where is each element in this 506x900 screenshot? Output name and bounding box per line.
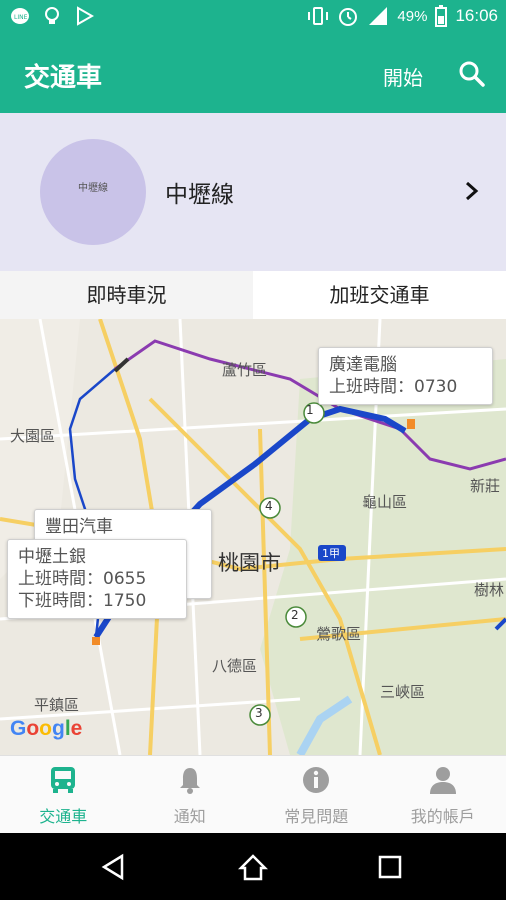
place-sanxia: 三峽區 xyxy=(380,683,426,701)
battery-percent: 49% xyxy=(397,7,428,25)
route-name: 中壢線 xyxy=(165,182,234,208)
road-label-1: 1 xyxy=(306,403,314,417)
page-title: 交通車 xyxy=(24,63,103,93)
recents-icon[interactable] xyxy=(376,853,404,881)
nav-faq[interactable]: 常見問題 xyxy=(253,756,380,833)
nav-label: 交通車 xyxy=(39,807,88,826)
lightbulb-icon xyxy=(42,6,62,26)
home-icon[interactable] xyxy=(238,853,268,881)
callout-name: 廣達電腦 xyxy=(329,355,397,375)
map-view[interactable]: 1 4 1甲 2 3 蘆竹區 大園區 龜山區 新莊 桃園市 鶯歌區 樹林 八德區… xyxy=(0,319,506,755)
line-app-icon: LINE xyxy=(10,6,30,26)
nav-label: 我的帳戶 xyxy=(410,807,475,826)
avatar-text: 中壢線 xyxy=(78,183,108,194)
back-icon[interactable] xyxy=(100,853,128,881)
svg-text:LINE: LINE xyxy=(14,14,28,21)
clock: 16:06 xyxy=(455,6,498,25)
callout-name: 中壢土銀 xyxy=(18,547,86,567)
person-icon xyxy=(429,767,456,794)
place-xinzhuang: 新莊 xyxy=(470,477,501,495)
route-header[interactable]: 中壢線 中壢線 xyxy=(0,113,506,271)
start-button[interactable]: 開始 xyxy=(383,62,423,91)
place-bade: 八德區 xyxy=(212,657,258,675)
callout-zhongli[interactable]: 中壢土銀 上班時間：0655 下班時間：1750 xyxy=(7,539,187,619)
status-bar: LINE 49% 16:06 xyxy=(0,0,506,37)
nav-shuttle[interactable]: 交通車 xyxy=(0,756,127,833)
battery-icon xyxy=(435,5,448,27)
callout-name: 豐田汽車 xyxy=(45,517,113,537)
tab-extra-shuttle[interactable]: 加班交通車 xyxy=(253,271,506,319)
callout-time: 上班時間：0730 xyxy=(329,377,458,397)
place-guishan: 龜山區 xyxy=(362,493,408,511)
bell-icon xyxy=(179,768,200,794)
bottom-nav: 交通車 通知 常見問題 我的帳戶 xyxy=(0,755,506,833)
place-dayuan: 大園區 xyxy=(10,427,56,445)
nav-label: 通知 xyxy=(173,807,206,826)
app-bar: 交通車 開始 xyxy=(0,37,506,113)
tab-bar: 即時車況 加班交通車 xyxy=(0,271,506,319)
info-icon xyxy=(303,767,330,793)
place-taoyuan: 桃園市 xyxy=(218,551,281,575)
route-avatar: 中壢線 xyxy=(40,139,146,245)
callout-time: 下班時間：1750 xyxy=(18,591,147,611)
system-nav-bar xyxy=(0,833,506,900)
tab-realtime[interactable]: 即時車況 xyxy=(0,271,253,319)
search-icon[interactable] xyxy=(458,60,486,88)
nav-account[interactable]: 我的帳戶 xyxy=(380,756,506,833)
place-shulin: 樹林 xyxy=(474,581,505,599)
road-label-3: 3 xyxy=(255,706,263,720)
road-label-4: 4 xyxy=(265,499,273,513)
chevron-right-icon[interactable] xyxy=(462,179,482,203)
bus-icon xyxy=(51,767,76,793)
play-store-icon xyxy=(74,6,95,26)
nav-label: 常見問題 xyxy=(284,807,349,826)
road-label-1jia: 1甲 xyxy=(322,547,340,560)
callout-guangda[interactable]: 廣達電腦 上班時間：0730 xyxy=(318,347,493,405)
signal-icon xyxy=(369,7,388,25)
place-yingge: 鶯歌區 xyxy=(316,625,362,643)
callout-time: 上班時間：0655 xyxy=(18,569,147,589)
place-pingzhen: 平鎮區 xyxy=(34,696,80,714)
place-luzhu: 蘆竹區 xyxy=(222,361,268,379)
road-label-2: 2 xyxy=(291,608,299,622)
google-logo: Google xyxy=(10,717,83,740)
nav-notifications[interactable]: 通知 xyxy=(127,756,254,833)
alarm-icon xyxy=(339,8,358,26)
vibrate-icon xyxy=(308,7,329,25)
